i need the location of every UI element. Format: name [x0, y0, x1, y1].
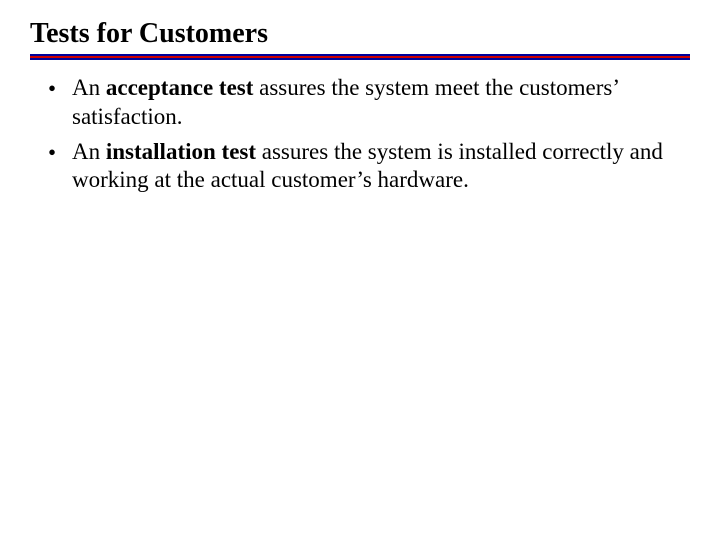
bullet-icon: •	[48, 74, 72, 104]
title-divider	[30, 54, 690, 60]
list-item: • An acceptance test assures the system …	[48, 74, 690, 132]
list-item-text: An acceptance test assures the system me…	[72, 74, 690, 132]
bullet-icon: •	[48, 138, 72, 168]
list-item: • An installation test assures the syste…	[48, 138, 690, 196]
slide-title: Tests for Customers	[30, 18, 690, 50]
slide-content: • An acceptance test assures the system …	[30, 74, 690, 195]
list-item-text: An installation test assures the system …	[72, 138, 690, 196]
